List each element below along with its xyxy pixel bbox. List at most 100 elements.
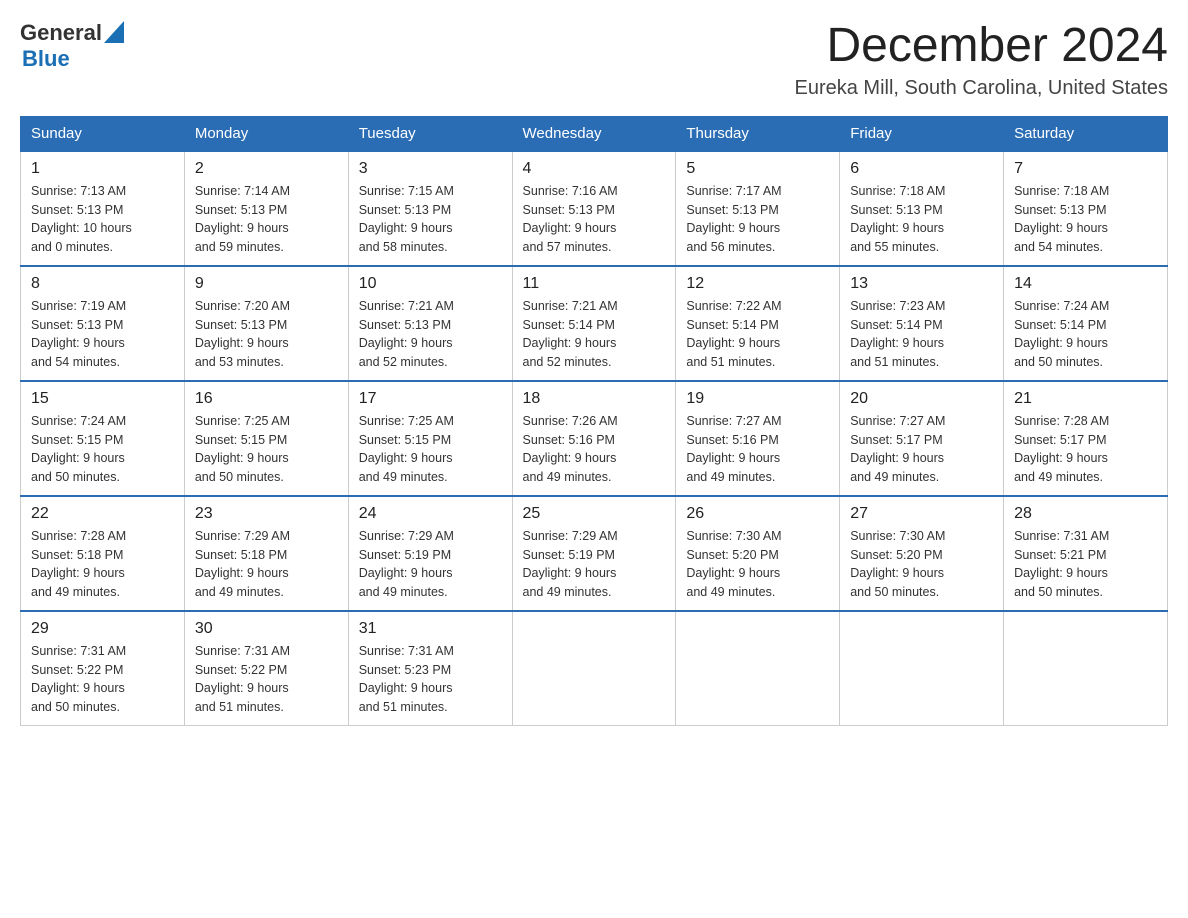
- calendar-day-cell: 24Sunrise: 7:29 AMSunset: 5:19 PMDayligh…: [348, 496, 512, 611]
- day-info: Sunrise: 7:31 AMSunset: 5:21 PMDaylight:…: [1014, 527, 1157, 602]
- day-number: 26: [686, 505, 829, 523]
- calendar-day-cell: 12 Sunrise: 7:22 AMSunset: 5:14 PMDayligh…: [676, 266, 840, 381]
- day-number: 10: [359, 275, 502, 293]
- day-info: Sunrise: 7:28 AMSunset: 5:18 PMDaylight:…: [31, 527, 174, 602]
- day-number: 29: [31, 620, 174, 638]
- day-info: Sunrise: 7:29 AMSunset: 5:19 PMDaylight:…: [359, 527, 502, 602]
- weekday-header-wednesday: Wednesday: [512, 116, 676, 151]
- title-block: December 2024 Eureka Mill, South Carolin…: [794, 20, 1168, 100]
- day-info: Sunrise: 7:14 AMSunset: 5:13 PMDaylight:…: [195, 182, 338, 257]
- calendar-day-cell: [840, 611, 1004, 726]
- day-number: 2: [195, 160, 338, 178]
- calendar-day-cell: 22Sunrise: 7:28 AMSunset: 5:18 PMDayligh…: [21, 496, 185, 611]
- calendar-table: SundayMondayTuesdayWednesdayThursdayFrid…: [20, 116, 1168, 726]
- calendar-day-cell: 7 Sunrise: 7:18 AMSunset: 5:13 PMDaylight…: [1004, 151, 1168, 266]
- day-number: 25: [523, 505, 666, 523]
- calendar-week-row: 15 Sunrise: 7:24 AMSunset: 5:15 PMDayligh…: [21, 381, 1168, 496]
- day-number: 21: [1014, 390, 1157, 408]
- calendar-day-cell: 15 Sunrise: 7:24 AMSunset: 5:15 PMDayligh…: [21, 381, 185, 496]
- day-info: Sunrise: 7:24 AMSunset: 5:15 PMDaylight:…: [31, 412, 174, 487]
- day-number: 28: [1014, 505, 1157, 523]
- day-number: 15: [31, 390, 174, 408]
- day-number: 5: [686, 160, 829, 178]
- calendar-day-cell: [1004, 611, 1168, 726]
- calendar-day-cell: 10 Sunrise: 7:21 AMSunset: 5:13 PMDayligh…: [348, 266, 512, 381]
- day-number: 6: [850, 160, 993, 178]
- day-number: 17: [359, 390, 502, 408]
- calendar-day-cell: 23Sunrise: 7:29 AMSunset: 5:18 PMDayligh…: [184, 496, 348, 611]
- day-info: Sunrise: 7:30 AMSunset: 5:20 PMDaylight:…: [686, 527, 829, 602]
- calendar-day-cell: 14 Sunrise: 7:24 AMSunset: 5:14 PMDayligh…: [1004, 266, 1168, 381]
- calendar-day-cell: 31Sunrise: 7:31 AMSunset: 5:23 PMDayligh…: [348, 611, 512, 726]
- day-info: Sunrise: 7:29 AMSunset: 5:18 PMDaylight:…: [195, 527, 338, 602]
- calendar-day-cell: 25 Sunrise: 7:29 AMSunset: 5:19 PMDayligh…: [512, 496, 676, 611]
- location-subtitle: Eureka Mill, South Carolina, United Stat…: [794, 77, 1168, 100]
- day-number: 30: [195, 620, 338, 638]
- calendar-day-cell: 3 Sunrise: 7:15 AMSunset: 5:13 PMDaylight…: [348, 151, 512, 266]
- calendar-day-cell: 9Sunrise: 7:20 AMSunset: 5:13 PMDaylight…: [184, 266, 348, 381]
- calendar-day-cell: 6Sunrise: 7:18 AMSunset: 5:13 PMDaylight…: [840, 151, 1004, 266]
- day-number: 3: [359, 160, 502, 178]
- day-info: Sunrise: 7:27 AMSunset: 5:17 PMDaylight:…: [850, 412, 993, 487]
- day-number: 27: [850, 505, 993, 523]
- calendar-week-row: 29 Sunrise: 7:31 AMSunset: 5:22 PMDayligh…: [21, 611, 1168, 726]
- calendar-day-cell: 26 Sunrise: 7:30 AMSunset: 5:20 PMDayligh…: [676, 496, 840, 611]
- logo: General Blue: [20, 20, 124, 72]
- calendar-day-cell: [512, 611, 676, 726]
- day-number: 1: [31, 160, 174, 178]
- day-info: Sunrise: 7:21 AMSunset: 5:14 PMDaylight:…: [523, 297, 666, 372]
- day-info: Sunrise: 7:21 AMSunset: 5:13 PMDaylight:…: [359, 297, 502, 372]
- day-info: Sunrise: 7:20 AMSunset: 5:13 PMDaylight:…: [195, 297, 338, 372]
- day-info: Sunrise: 7:24 AMSunset: 5:14 PMDaylight:…: [1014, 297, 1157, 372]
- weekday-header-row: SundayMondayTuesdayWednesdayThursdayFrid…: [21, 116, 1168, 151]
- calendar-day-cell: 16 Sunrise: 7:25 AMSunset: 5:15 PMDayligh…: [184, 381, 348, 496]
- calendar-week-row: 22Sunrise: 7:28 AMSunset: 5:18 PMDayligh…: [21, 496, 1168, 611]
- day-info: Sunrise: 7:16 AMSunset: 5:13 PMDaylight:…: [523, 182, 666, 257]
- weekday-header-tuesday: Tuesday: [348, 116, 512, 151]
- calendar-day-cell: 30 Sunrise: 7:31 AMSunset: 5:22 PMDayligh…: [184, 611, 348, 726]
- calendar-day-cell: 20Sunrise: 7:27 AMSunset: 5:17 PMDayligh…: [840, 381, 1004, 496]
- day-info: Sunrise: 7:31 AMSunset: 5:23 PMDaylight:…: [359, 642, 502, 717]
- day-info: Sunrise: 7:30 AMSunset: 5:20 PMDaylight:…: [850, 527, 993, 602]
- day-info: Sunrise: 7:18 AMSunset: 5:13 PMDaylight:…: [1014, 182, 1157, 257]
- calendar-day-cell: 5 Sunrise: 7:17 AMSunset: 5:13 PMDaylight…: [676, 151, 840, 266]
- day-number: 16: [195, 390, 338, 408]
- calendar-day-cell: [676, 611, 840, 726]
- calendar-day-cell: 17Sunrise: 7:25 AMSunset: 5:15 PMDayligh…: [348, 381, 512, 496]
- day-number: 12: [686, 275, 829, 293]
- logo-blue: Blue: [22, 46, 124, 72]
- calendar-day-cell: 11 Sunrise: 7:21 AMSunset: 5:14 PMDayligh…: [512, 266, 676, 381]
- calendar-week-row: 1 Sunrise: 7:13 AMSunset: 5:13 PMDaylight…: [21, 151, 1168, 266]
- weekday-header-saturday: Saturday: [1004, 116, 1168, 151]
- weekday-header-monday: Monday: [184, 116, 348, 151]
- day-info: Sunrise: 7:23 AMSunset: 5:14 PMDaylight:…: [850, 297, 993, 372]
- day-number: 11: [523, 275, 666, 293]
- calendar-week-row: 8Sunrise: 7:19 AMSunset: 5:13 PMDaylight…: [21, 266, 1168, 381]
- day-info: Sunrise: 7:22 AMSunset: 5:14 PMDaylight:…: [686, 297, 829, 372]
- page-header: General Blue December 2024 Eureka Mill, …: [20, 20, 1168, 100]
- day-info: Sunrise: 7:13 AMSunset: 5:13 PMDaylight:…: [31, 182, 174, 257]
- day-info: Sunrise: 7:27 AMSunset: 5:16 PMDaylight:…: [686, 412, 829, 487]
- calendar-day-cell: 27 Sunrise: 7:30 AMSunset: 5:20 PMDayligh…: [840, 496, 1004, 611]
- logo-icon: [104, 21, 124, 43]
- calendar-day-cell: 4Sunrise: 7:16 AMSunset: 5:13 PMDaylight…: [512, 151, 676, 266]
- day-info: Sunrise: 7:29 AMSunset: 5:19 PMDaylight:…: [523, 527, 666, 602]
- day-info: Sunrise: 7:28 AMSunset: 5:17 PMDaylight:…: [1014, 412, 1157, 487]
- day-info: Sunrise: 7:26 AMSunset: 5:16 PMDaylight:…: [523, 412, 666, 487]
- day-info: Sunrise: 7:17 AMSunset: 5:13 PMDaylight:…: [686, 182, 829, 257]
- calendar-day-cell: 8Sunrise: 7:19 AMSunset: 5:13 PMDaylight…: [21, 266, 185, 381]
- day-info: Sunrise: 7:25 AMSunset: 5:15 PMDaylight:…: [195, 412, 338, 487]
- calendar-day-cell: 1 Sunrise: 7:13 AMSunset: 5:13 PMDaylight…: [21, 151, 185, 266]
- day-number: 7: [1014, 160, 1157, 178]
- day-info: Sunrise: 7:31 AMSunset: 5:22 PMDaylight:…: [195, 642, 338, 717]
- weekday-header-thursday: Thursday: [676, 116, 840, 151]
- day-number: 14: [1014, 275, 1157, 293]
- day-number: 18: [523, 390, 666, 408]
- weekday-header-friday: Friday: [840, 116, 1004, 151]
- day-number: 13: [850, 275, 993, 293]
- day-info: Sunrise: 7:15 AMSunset: 5:13 PMDaylight:…: [359, 182, 502, 257]
- weekday-header-sunday: Sunday: [21, 116, 185, 151]
- calendar-day-cell: 19Sunrise: 7:27 AMSunset: 5:16 PMDayligh…: [676, 381, 840, 496]
- calendar-day-cell: 13 Sunrise: 7:23 AMSunset: 5:14 PMDayligh…: [840, 266, 1004, 381]
- day-number: 8: [31, 275, 174, 293]
